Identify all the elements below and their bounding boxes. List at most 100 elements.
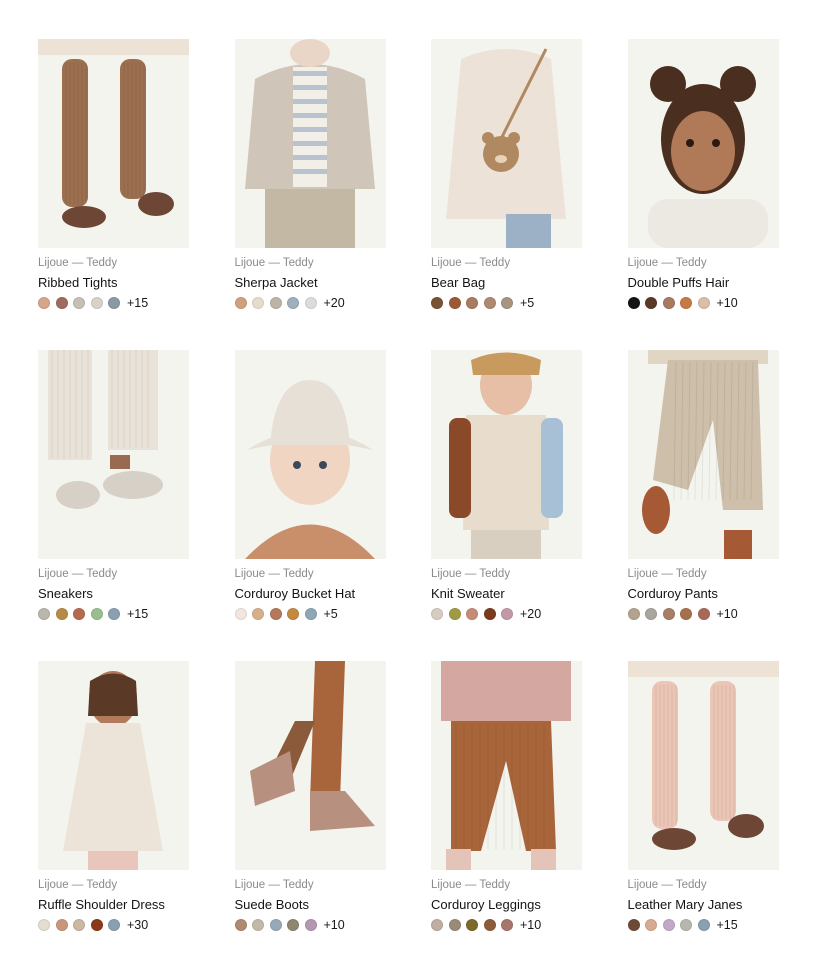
color-swatch[interactable]: [73, 608, 85, 620]
color-swatch[interactable]: [108, 608, 120, 620]
sneakers-thumbnail[interactable]: [38, 350, 189, 559]
product-name[interactable]: Ruffle Shoulder Dress: [38, 897, 189, 913]
color-swatch[interactable]: [90, 919, 103, 931]
color-swatch[interactable]: [466, 297, 478, 309]
color-swatch[interactable]: [234, 608, 247, 620]
color-swatch[interactable]: [304, 297, 317, 309]
creator-label[interactable]: Lijoue — Teddy: [431, 256, 582, 270]
corduroy-bucket-hat-thumbnail[interactable]: [234, 350, 386, 559]
color-swatch[interactable]: [645, 919, 657, 931]
color-swatch[interactable]: [287, 297, 299, 309]
product-name[interactable]: Sneakers: [38, 586, 189, 602]
creator-label[interactable]: Lijoue — Teddy: [38, 567, 189, 581]
product-card[interactable]: Lijoue — Teddy Corduroy Leggings +10: [431, 661, 582, 952]
color-swatch[interactable]: [304, 608, 317, 620]
color-swatch[interactable]: [287, 919, 299, 931]
more-swatches-count[interactable]: +10: [520, 917, 541, 933]
corduroy-leggings-thumbnail[interactable]: [431, 661, 582, 870]
color-swatch[interactable]: [466, 608, 478, 620]
color-swatch[interactable]: [55, 608, 68, 620]
product-name[interactable]: Corduroy Leggings: [431, 897, 582, 913]
ribbed-tights-thumbnail[interactable]: [38, 39, 189, 248]
product-name[interactable]: Corduroy Bucket Hat: [235, 586, 386, 602]
color-swatch[interactable]: [431, 919, 443, 931]
color-swatch[interactable]: [680, 919, 692, 931]
product-name[interactable]: Bear Bag: [431, 275, 582, 291]
color-swatch[interactable]: [287, 608, 299, 620]
color-swatch[interactable]: [448, 297, 461, 309]
leather-mary-janes-thumbnail[interactable]: [627, 661, 779, 870]
color-swatch[interactable]: [269, 297, 282, 309]
color-swatch[interactable]: [73, 297, 85, 309]
ruffle-shoulder-dress-thumbnail[interactable]: [38, 661, 189, 870]
color-swatch[interactable]: [431, 297, 443, 309]
product-card[interactable]: Lijoue — Teddy Leather Mary Janes +15: [627, 661, 779, 952]
creator-label[interactable]: Lijoue — Teddy: [235, 256, 386, 270]
color-swatch[interactable]: [269, 919, 282, 931]
more-swatches-count[interactable]: +30: [127, 917, 148, 933]
more-swatches-count[interactable]: +5: [520, 295, 534, 311]
color-swatch[interactable]: [483, 608, 496, 620]
color-swatch[interactable]: [697, 297, 710, 309]
product-name[interactable]: Double Puffs Hair: [628, 275, 779, 291]
more-swatches-count[interactable]: +15: [717, 917, 738, 933]
color-swatch[interactable]: [501, 608, 513, 620]
color-swatch[interactable]: [645, 297, 657, 309]
double-puffs-hair-thumbnail[interactable]: [627, 39, 779, 248]
color-swatch[interactable]: [252, 608, 264, 620]
more-swatches-count[interactable]: +20: [324, 295, 345, 311]
corduroy-pants-thumbnail[interactable]: [627, 350, 779, 559]
color-swatch[interactable]: [38, 297, 50, 309]
color-swatch[interactable]: [73, 919, 85, 931]
color-swatch[interactable]: [448, 608, 461, 620]
color-swatch[interactable]: [501, 297, 513, 309]
creator-label[interactable]: Lijoue — Teddy: [235, 567, 386, 581]
color-swatch[interactable]: [38, 608, 50, 620]
color-swatch[interactable]: [680, 608, 692, 620]
color-swatch[interactable]: [680, 297, 692, 309]
color-swatch[interactable]: [697, 919, 710, 931]
color-swatch[interactable]: [627, 919, 640, 931]
bear-bag-thumbnail[interactable]: [431, 39, 582, 248]
product-name[interactable]: Ribbed Tights: [38, 275, 189, 291]
product-name[interactable]: Knit Sweater: [431, 586, 582, 602]
product-card[interactable]: Lijoue — Teddy Ruffle Shoulder Dress +30: [38, 661, 189, 952]
color-swatch[interactable]: [627, 297, 640, 309]
color-swatch[interactable]: [662, 297, 675, 309]
color-swatch[interactable]: [483, 919, 496, 931]
color-swatch[interactable]: [448, 919, 461, 931]
creator-label[interactable]: Lijoue — Teddy: [628, 567, 779, 581]
color-swatch[interactable]: [662, 919, 675, 931]
product-name[interactable]: Sherpa Jacket: [235, 275, 386, 291]
more-swatches-count[interactable]: +5: [324, 606, 338, 622]
color-swatch[interactable]: [645, 608, 657, 620]
more-swatches-count[interactable]: +20: [520, 606, 541, 622]
color-swatch[interactable]: [662, 608, 675, 620]
color-swatch[interactable]: [108, 919, 120, 931]
color-swatch[interactable]: [234, 297, 247, 309]
product-card[interactable]: Lijoue — Teddy Corduroy Bucket Hat +5: [234, 350, 386, 641]
product-card[interactable]: Lijoue — Teddy Bear Bag +5: [431, 39, 582, 330]
creator-label[interactable]: Lijoue — Teddy: [628, 256, 779, 270]
more-swatches-count[interactable]: +15: [127, 295, 148, 311]
color-swatch[interactable]: [38, 919, 50, 931]
more-swatches-count[interactable]: +15: [127, 606, 148, 622]
color-swatch[interactable]: [90, 608, 103, 620]
product-card[interactable]: Lijoue — Teddy Suede Boots +10: [234, 661, 386, 952]
creator-label[interactable]: Lijoue — Teddy: [431, 567, 582, 581]
color-swatch[interactable]: [252, 919, 264, 931]
color-swatch[interactable]: [466, 919, 478, 931]
product-name[interactable]: Corduroy Pants: [628, 586, 779, 602]
color-swatch[interactable]: [108, 297, 120, 309]
color-swatch[interactable]: [431, 608, 443, 620]
product-name[interactable]: Suede Boots: [235, 897, 386, 913]
product-card[interactable]: Lijoue — Teddy Sneakers +15: [38, 350, 189, 641]
product-name[interactable]: Leather Mary Janes: [628, 897, 779, 913]
creator-label[interactable]: Lijoue — Teddy: [431, 878, 582, 892]
product-card[interactable]: Lijoue — Teddy Knit Sweater +20: [431, 350, 582, 641]
suede-boots-thumbnail[interactable]: [234, 661, 386, 870]
color-swatch[interactable]: [55, 297, 68, 309]
creator-label[interactable]: Lijoue — Teddy: [235, 878, 386, 892]
color-swatch[interactable]: [55, 919, 68, 931]
more-swatches-count[interactable]: +10: [717, 606, 738, 622]
